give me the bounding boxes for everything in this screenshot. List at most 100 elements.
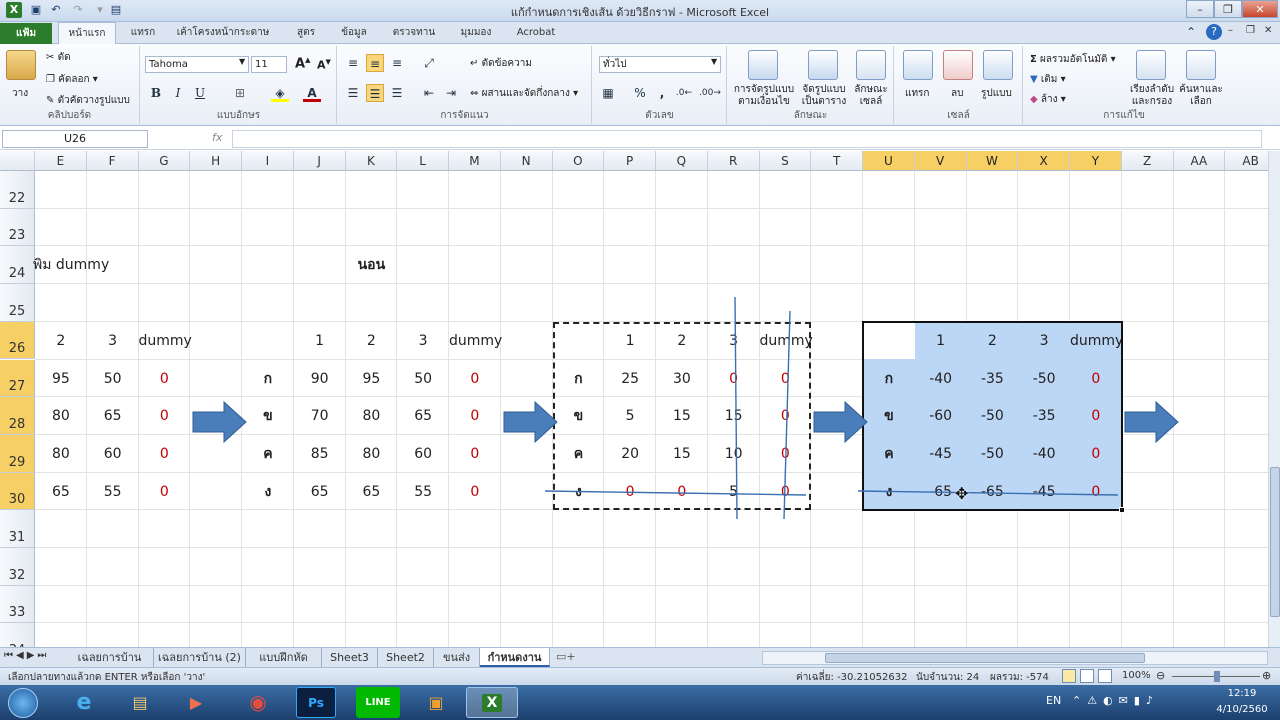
copy-button[interactable]: ❐ คัดลอก ▾ (46, 72, 98, 87)
worksheet-grid[interactable]: E F G H I J K L M N O P Q R S T U V W X Y Z AA AB 22 23 24 25 26 27 28… (0, 151, 1268, 647)
page-layout-view-icon[interactable] (1080, 669, 1094, 683)
increase-indent-icon[interactable]: ⇥ (442, 84, 460, 102)
sort-filter-label[interactable]: เรียงลำดับ และกรอง (1126, 84, 1178, 108)
format-cells-icon[interactable] (983, 50, 1013, 80)
orientation-icon[interactable]: ⤢ (420, 54, 438, 72)
workbook-restore-icon[interactable]: ❐ (1246, 25, 1255, 36)
font-name-select[interactable]: Tahoma (145, 56, 249, 73)
italic-button[interactable]: I (169, 84, 187, 102)
explorer-icon[interactable]: ▤ (114, 687, 166, 718)
tab-formulas[interactable]: สูตร (286, 22, 326, 44)
align-top-icon[interactable]: ≡ (344, 54, 362, 72)
tray-icons[interactable]: ⌃⚠◐✉▮♪ (1072, 694, 1159, 707)
decrease-decimal-icon[interactable]: .00→ (699, 84, 721, 102)
find-select-icon[interactable] (1186, 50, 1216, 80)
close-button[interactable]: ✕ (1242, 0, 1278, 18)
cut-button[interactable]: ✂ ตัด (46, 50, 71, 65)
font-color-icon[interactable]: A (303, 84, 321, 102)
clock-time[interactable]: 12:19 (1214, 688, 1270, 699)
format-as-table-label[interactable]: จัดรูปแบบ เป็นตาราง (796, 84, 852, 108)
excel-taskbar-icon[interactable]: X (466, 687, 518, 718)
help-icon[interactable]: ? (1206, 24, 1222, 40)
minimize-ribbon-icon[interactable]: ⌃ (1186, 25, 1196, 39)
align-left-icon[interactable]: ☰ (344, 84, 362, 102)
minimize-button[interactable]: – (1186, 0, 1214, 18)
sheet-tab[interactable]: Sheet3 (322, 648, 378, 667)
insert-cells-icon[interactable] (903, 50, 933, 80)
workbook-close-icon[interactable]: ✕ (1264, 25, 1272, 36)
chrome-icon[interactable]: ◉ (232, 687, 284, 718)
line-icon[interactable]: LINE (356, 687, 400, 718)
fx-icon[interactable]: fx (160, 130, 228, 148)
insert-cells-label[interactable]: แทรก (905, 86, 929, 101)
horizontal-scrollbar[interactable] (762, 651, 1268, 665)
maximize-button[interactable]: ❐ (1214, 0, 1242, 18)
clear-button[interactable]: ◆ ล้าง ▾ (1030, 92, 1066, 107)
paste-icon[interactable] (6, 50, 36, 80)
borders-icon[interactable]: ⊞ (231, 84, 249, 102)
paste-label[interactable]: วาง (12, 86, 28, 101)
increase-decimal-icon[interactable]: .0← (675, 84, 693, 102)
align-middle-icon[interactable]: ≡ (366, 54, 384, 72)
format-as-table-icon[interactable] (808, 50, 838, 80)
sort-filter-icon[interactable] (1136, 50, 1166, 80)
zoom-in-icon[interactable]: ⊕ (1262, 669, 1271, 682)
fill-button[interactable]: ▼ เติม ▾ (1030, 72, 1066, 87)
format-painter-button[interactable]: ✎ ตัวคัดวางรูปแบบ (46, 93, 130, 108)
sheet-tab-active[interactable]: กำหนดงาน (480, 648, 550, 667)
insert-sheet-icon[interactable]: ▭+ (556, 650, 576, 663)
ie-icon[interactable]: e (58, 687, 110, 718)
conditional-formatting-label[interactable]: การจัดรูปแบบ ตามเงื่อนไข (732, 84, 796, 108)
vertical-scroll-thumb[interactable] (1270, 467, 1280, 617)
decrease-indent-icon[interactable]: ⇤ (420, 84, 438, 102)
merge-center-button[interactable]: ⇔ ผสานและจัดกึ่งกลาง ▾ (470, 86, 578, 101)
tab-review[interactable]: ตรวจทาน (382, 22, 446, 44)
find-select-label[interactable]: ค้นหาและ เลือก (1178, 84, 1224, 108)
bold-button[interactable]: B (147, 84, 165, 102)
media-player-icon[interactable]: ▶ (170, 687, 222, 718)
zoom-level[interactable]: 100% (1122, 670, 1151, 681)
cell-styles-label[interactable]: ลักษณะ เซลล์ (850, 84, 892, 108)
start-button[interactable] (8, 688, 38, 718)
delete-cells-label[interactable]: ลบ (951, 86, 963, 101)
format-cells-label[interactable]: รูปแบบ (981, 86, 1012, 101)
cell-styles-icon[interactable] (856, 50, 886, 80)
tab-view[interactable]: มุมมอง (452, 22, 500, 44)
workbook-minimize-icon[interactable]: – (1228, 25, 1233, 36)
formula-input[interactable] (232, 130, 1262, 148)
comma-icon[interactable]: , (653, 84, 671, 102)
conditional-formatting-icon[interactable] (748, 50, 778, 80)
paint-icon[interactable]: ▣ (410, 687, 462, 718)
normal-view-icon[interactable] (1062, 669, 1076, 683)
grow-font-icon[interactable]: A▲ (295, 56, 310, 71)
percent-icon[interactable]: % (631, 84, 649, 102)
photoshop-icon[interactable]: Ps (296, 687, 336, 718)
tab-page-layout[interactable]: เค้าโครงหน้ากระดาษ (170, 22, 276, 44)
zoom-out-icon[interactable]: ⊖ (1156, 669, 1165, 682)
wrap-text-button[interactable]: ↵ ตัดข้อความ (470, 56, 532, 71)
vertical-scrollbar[interactable] (1268, 151, 1280, 647)
sheet-nav-icons[interactable]: ⏮◀▶⏭ (4, 650, 49, 661)
name-box[interactable]: U26 (2, 130, 148, 148)
delete-cells-icon[interactable] (943, 50, 973, 80)
tab-insert[interactable]: แทรก (122, 22, 164, 44)
align-center-icon[interactable]: ☰ (366, 84, 384, 102)
sheet-tab[interactable]: Sheet2 (378, 648, 434, 667)
horizontal-scroll-thumb[interactable] (825, 653, 1145, 663)
tab-file[interactable]: แฟ้ม (0, 23, 52, 44)
align-right-icon[interactable]: ☰ (388, 84, 406, 102)
underline-button[interactable]: U (191, 84, 209, 102)
clock-date[interactable]: 4/10/2560 (1210, 704, 1274, 715)
sheet-tab[interactable]: แบบฝึกหัด (246, 648, 322, 667)
autosum-button[interactable]: Σ ผลรวมอัตโนมัติ ▾ (1030, 52, 1116, 67)
tab-acrobat[interactable]: Acrobat (508, 22, 564, 44)
align-bottom-icon[interactable]: ≡ (388, 54, 406, 72)
sheet-tab[interactable]: ขนส่ง (434, 648, 480, 667)
currency-icon[interactable]: ▦ (599, 84, 617, 102)
font-size-select[interactable]: 11 (251, 56, 287, 73)
shrink-font-icon[interactable]: A▼ (317, 58, 331, 72)
fill-color-icon[interactable]: ◈ (271, 84, 289, 102)
zoom-slider-handle[interactable] (1214, 671, 1220, 682)
sheet-tab[interactable]: เฉลยการบ้าน (66, 648, 154, 667)
tab-data[interactable]: ข้อมูล (332, 22, 376, 44)
